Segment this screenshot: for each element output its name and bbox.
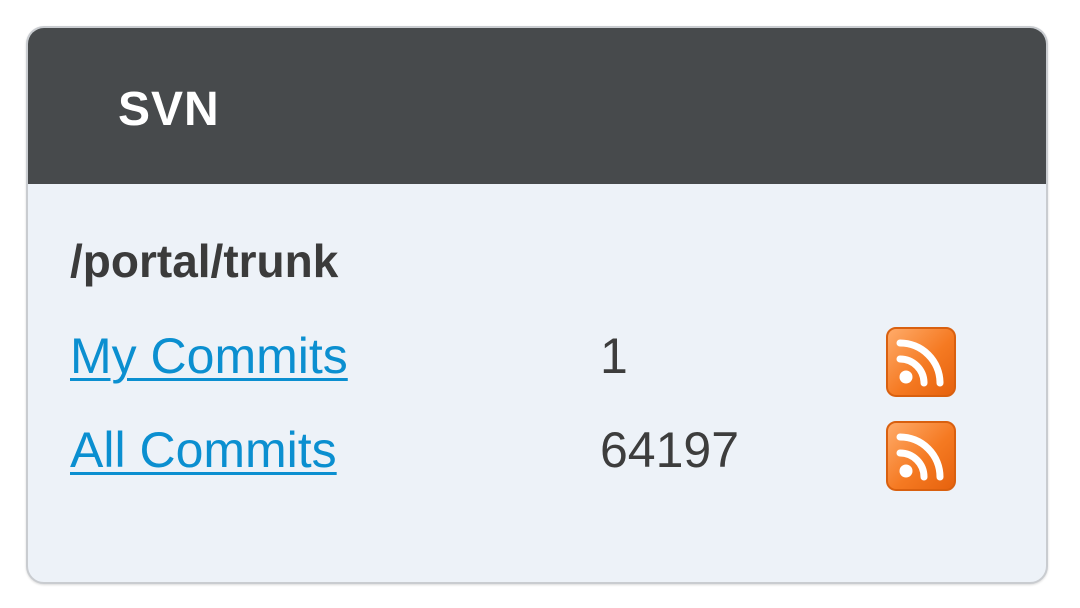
rss-feed-icon[interactable] bbox=[886, 421, 956, 491]
svn-portlet: SVN /portal/trunk My Commits 1 All Commi… bbox=[26, 26, 1048, 584]
portlet-title: SVN bbox=[118, 83, 220, 136]
all-commits-link[interactable]: All Commits bbox=[70, 420, 337, 480]
commit-row-my: My Commits 1 bbox=[28, 326, 1046, 406]
repository-path: /portal/trunk bbox=[70, 235, 339, 287]
portlet-header: SVN bbox=[28, 28, 1046, 184]
rss-feed-icon-graphic bbox=[896, 339, 944, 387]
my-commits-count: 1 bbox=[600, 328, 628, 384]
rss-feed-icon-graphic bbox=[896, 433, 944, 481]
rss-feed-icon[interactable] bbox=[886, 327, 956, 397]
all-commits-count: 64197 bbox=[600, 422, 740, 478]
my-commits-link[interactable]: My Commits bbox=[70, 326, 348, 386]
commit-row-all: All Commits 64197 bbox=[28, 420, 1046, 500]
